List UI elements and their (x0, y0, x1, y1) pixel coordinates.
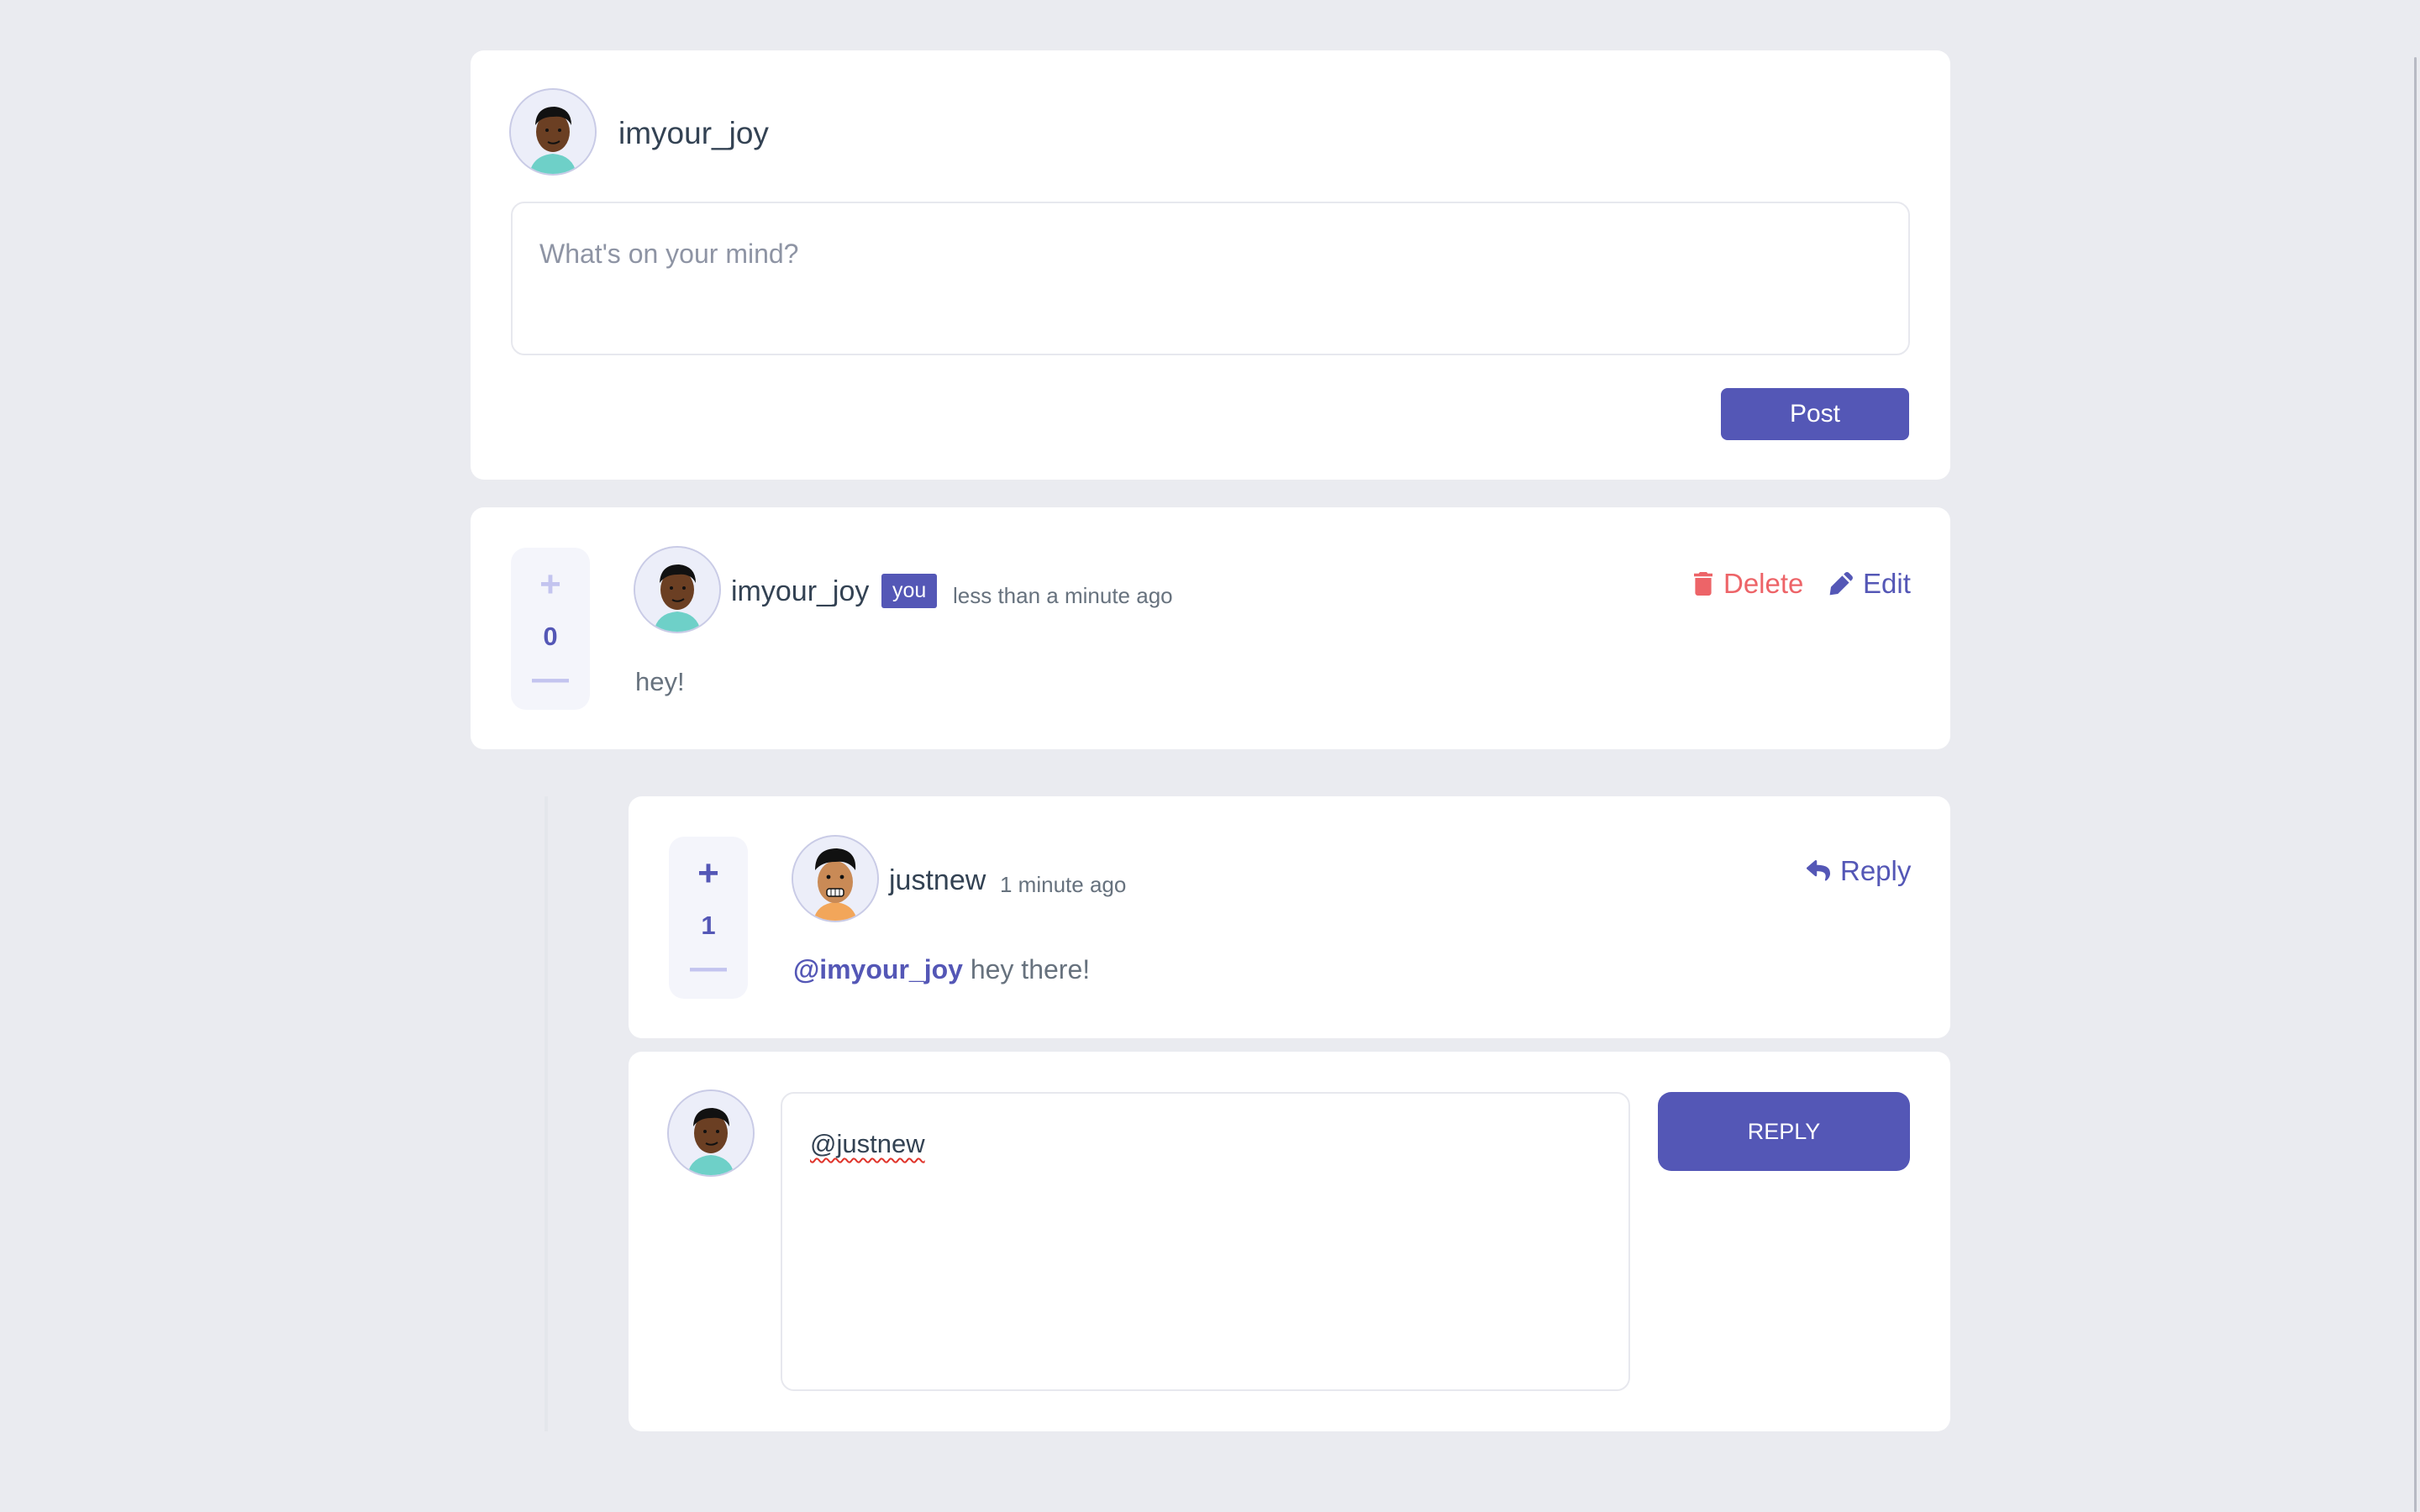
reply-submit-button[interactable]: REPLY (1658, 1092, 1910, 1171)
comment-timestamp: less than a minute ago (953, 583, 1173, 608)
vote-count: 0 (543, 622, 558, 651)
avatar-joy-icon (669, 1091, 753, 1175)
compose-input[interactable] (511, 202, 1910, 355)
avatar-justnew-icon (793, 837, 877, 921)
reply-arrow-icon (1807, 860, 1830, 881)
page: imyour_joy Post + 0 — imyour_joy you les… (0, 0, 2420, 1512)
reply-text: hey there! (970, 954, 1091, 984)
delete-label: Delete (1723, 568, 1804, 599)
reply-input[interactable]: @justnew (781, 1092, 1630, 1391)
comment-card: + 0 — imyour_joy you less than a minute … (471, 507, 1950, 749)
vote-widget: + 0 — (511, 548, 590, 710)
comment-avatar (634, 546, 721, 633)
delete-button[interactable]: Delete (1693, 568, 1803, 600)
reply-card: + 1 — justnew 1 minute ago Reply @imyour… (629, 796, 1950, 1038)
reply-label: Reply (1840, 855, 1912, 886)
user-avatar (509, 88, 597, 176)
downvote-button[interactable]: — (532, 660, 569, 697)
upvote-button[interactable]: + (539, 566, 561, 603)
vote-count: 1 (701, 911, 716, 940)
reply-timestamp: 1 minute ago (1000, 872, 1127, 897)
reply-body: @imyour_joy hey there! (793, 954, 1090, 985)
comment-body: hey! (635, 667, 685, 696)
edit-button[interactable]: Edit (1829, 568, 1911, 600)
user-avatar (667, 1089, 755, 1177)
reply-button[interactable]: Reply (1807, 855, 1911, 887)
pencil-icon (1829, 572, 1853, 596)
reply-avatar (792, 835, 879, 922)
reply-form-card: @justnew REPLY (629, 1052, 1950, 1431)
downvote-button[interactable]: — (690, 949, 727, 986)
you-badge: you (881, 574, 938, 608)
thread-divider (544, 796, 548, 1431)
compose-card: imyour_joy Post (471, 50, 1950, 480)
trash-icon (1694, 572, 1712, 596)
compose-username: imyour_joy (618, 116, 769, 150)
reply-author[interactable]: justnew (889, 864, 986, 897)
upvote-button[interactable]: + (697, 855, 719, 892)
post-button[interactable]: Post (1721, 388, 1909, 440)
reply-input-value: @justnew (810, 1129, 925, 1158)
avatar-joy-icon (511, 90, 595, 174)
avatar-joy-icon (635, 548, 719, 632)
edit-label: Edit (1863, 568, 1911, 599)
vote-widget: + 1 — (669, 837, 748, 999)
scrollbar-thumb[interactable] (2414, 57, 2417, 1512)
mention-link[interactable]: @imyour_joy (793, 954, 963, 984)
scrollbar[interactable] (2400, 0, 2420, 1512)
comment-author[interactable]: imyour_joy (731, 575, 869, 608)
